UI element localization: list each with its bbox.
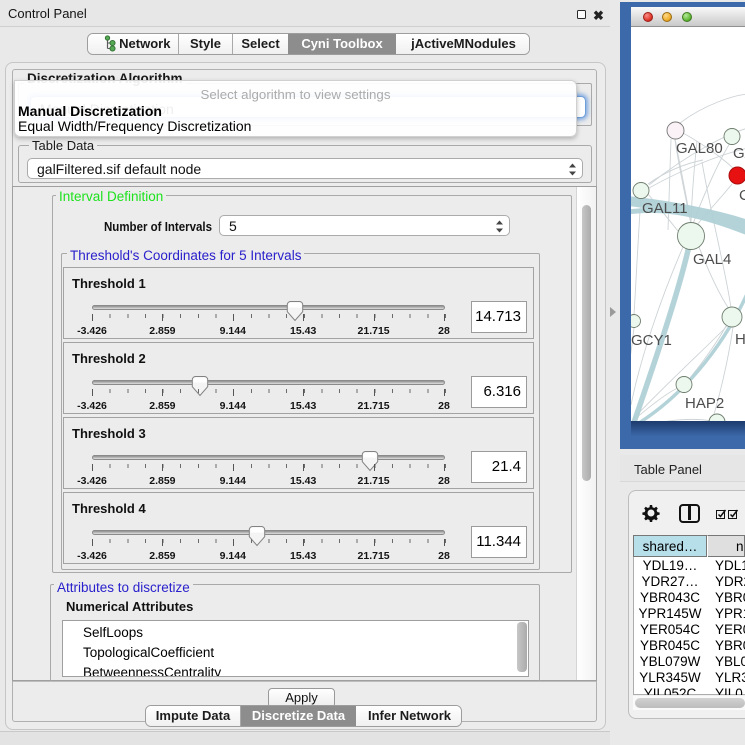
svg-text:GAL…: GAL… <box>733 145 745 162</box>
svg-text:HIS: HIS <box>735 331 745 348</box>
svg-text:C: C <box>739 187 745 204</box>
svg-text:GAL11: GAL11 <box>642 200 688 217</box>
svg-text:GAL80: GAL80 <box>676 140 723 157</box>
svg-text:GAL4: GAL4 <box>693 251 731 268</box>
svg-text:HAP2: HAP2 <box>685 395 724 412</box>
svg-text:GCY1: GCY1 <box>631 332 672 349</box>
